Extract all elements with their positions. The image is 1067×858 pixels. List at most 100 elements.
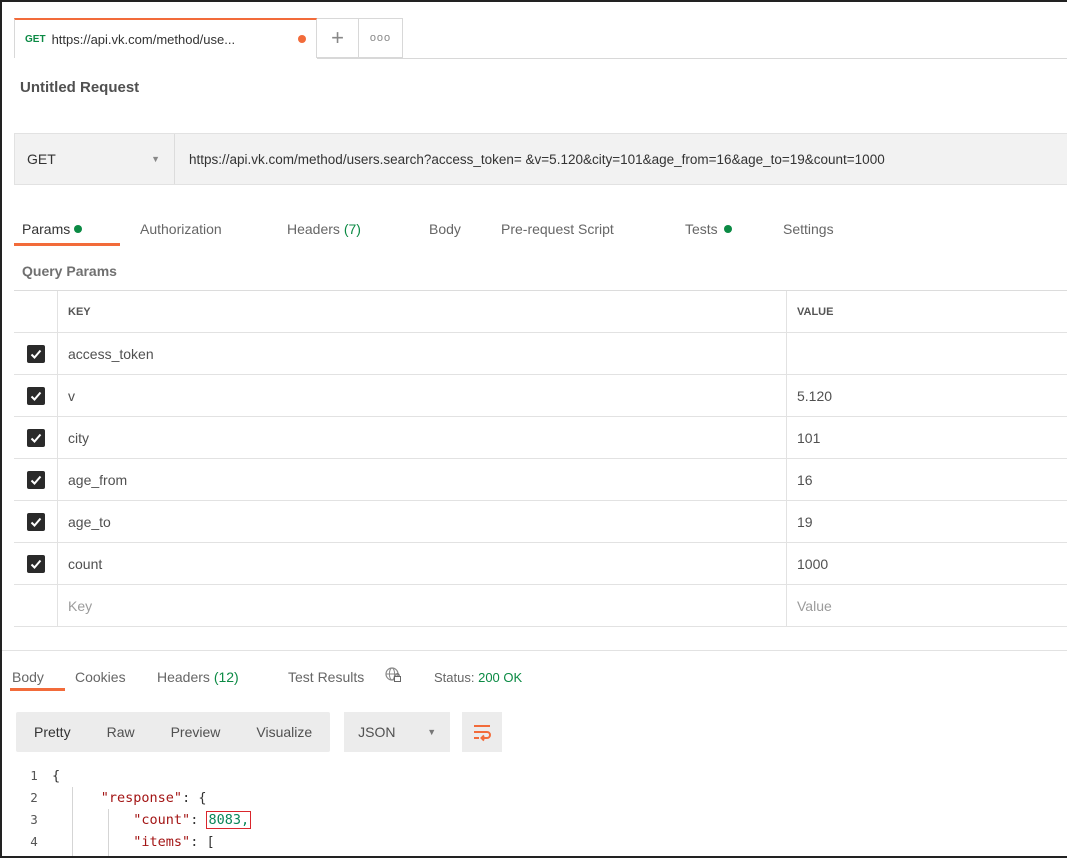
tab-strip: GET https://api.vk.com/method/use... + o… [14, 18, 403, 58]
line-number: 4 [30, 834, 38, 849]
response-tab-cookies[interactable]: Cookies [75, 669, 126, 685]
json-number: 8083, [208, 812, 250, 828]
param-value[interactable]: 19 [787, 514, 1067, 530]
pretty-button[interactable]: Pretty [16, 724, 89, 740]
status-code: 200 OK [478, 669, 523, 685]
checkmark-icon [30, 559, 41, 569]
request-title[interactable]: Untitled Request [20, 79, 139, 96]
unsaved-dot-icon [298, 35, 306, 43]
json-key: "response" [100, 790, 183, 806]
chevron-down-icon: ▼ [151, 154, 160, 164]
highlight-box: 8083, [206, 811, 252, 829]
param-checkbox-cell [14, 375, 58, 416]
param-row: age_to 19 [14, 501, 1067, 543]
param-checkbox-cell [14, 459, 58, 500]
format-select[interactable]: JSON ▼ [344, 712, 451, 752]
response-headers-count: (12) [213, 669, 239, 685]
request-tab[interactable]: GET https://api.vk.com/method/use... [14, 18, 317, 58]
preview-button[interactable]: Preview [153, 724, 239, 740]
globe-lock-icon[interactable] [385, 667, 401, 683]
checkmark-icon [30, 349, 41, 359]
indent-guide [72, 787, 73, 856]
param-value[interactable]: 1000 [787, 556, 1067, 572]
code-line: 2 "response": { [16, 787, 1067, 809]
response-tab-headers[interactable]: Headers (12) [157, 669, 239, 685]
param-value[interactable]: 101 [787, 430, 1067, 446]
new-value-input[interactable]: Value [787, 598, 1067, 614]
active-tab-indicator [14, 243, 120, 246]
param-checkbox-cell [14, 333, 58, 374]
response-body-code: 1 { 2 "response": { 3 "count": 8083, 4 "i… [16, 765, 1067, 853]
response-toolbar: Pretty Raw Preview Visualize JSON ▼ [16, 712, 503, 752]
code-text: "response": { [52, 787, 207, 809]
param-key[interactable]: city [58, 417, 787, 458]
param-checkbox[interactable] [26, 386, 45, 405]
empty-checkbox-cell [14, 585, 58, 626]
chevron-down-icon: ▼ [427, 727, 437, 737]
format-value: JSON [358, 724, 396, 740]
tab-method: GET [25, 33, 46, 45]
response-tabs: Body Cookies Headers (12) Test Results S… [2, 664, 1067, 691]
params-table: KEY VALUE access_token v 5.120 city 101 age_f… [14, 290, 1067, 627]
method-value: GET [27, 151, 56, 167]
indent-guide [108, 809, 109, 856]
param-row: access_token [14, 333, 1067, 375]
param-checkbox-cell [14, 543, 58, 584]
line-number: 1 [30, 768, 38, 783]
value-column-header: VALUE [797, 305, 834, 318]
response-tab-body[interactable]: Body [12, 669, 44, 685]
json-key: "count" [133, 812, 191, 828]
query-params-title: Query Params [22, 263, 117, 279]
param-checkbox[interactable] [26, 470, 45, 489]
tab-url: https://api.vk.com/method/use... [51, 31, 236, 47]
json-key: "items" [133, 834, 191, 850]
json-punctuation: : { [182, 790, 207, 806]
line-number: 3 [30, 812, 38, 827]
param-key[interactable]: age_from [58, 459, 787, 500]
param-checkbox[interactable] [26, 512, 45, 531]
param-key[interactable]: access_token [58, 333, 787, 374]
checkmark-icon [30, 391, 41, 401]
visualize-button[interactable]: Visualize [238, 724, 330, 740]
param-checkbox-cell [14, 417, 58, 458]
code-line: 4 "items": [ [16, 831, 1067, 853]
wrap-lines-icon [474, 725, 492, 742]
checkbox-column-header [14, 291, 58, 332]
param-key[interactable]: count [58, 543, 787, 584]
url-input[interactable]: https://api.vk.com/method/users.search?a… [175, 152, 1067, 167]
param-row: age_from 16 [14, 459, 1067, 501]
param-key[interactable]: age_to [58, 501, 787, 542]
raw-button[interactable]: Raw [89, 724, 153, 740]
checkmark-icon [30, 433, 41, 443]
param-row: count 1000 [14, 543, 1067, 585]
new-tab-button[interactable]: + [317, 18, 359, 58]
json-punctuation: : [ [190, 834, 215, 850]
response-tab-test-results[interactable]: Test Results [288, 669, 364, 685]
method-select[interactable]: GET ▼ [15, 134, 175, 184]
code-text: "items": [ [52, 831, 215, 853]
code-text: { [52, 768, 61, 784]
status-label: Status: 200 OK [434, 670, 522, 685]
tab-strip-divider [14, 58, 1067, 59]
param-key[interactable]: v [58, 375, 787, 416]
param-value[interactable]: 5.120 [787, 388, 1067, 404]
param-checkbox-cell [14, 501, 58, 542]
response-headers-label: Headers [157, 669, 210, 685]
param-checkbox[interactable] [26, 554, 45, 573]
app-window: GET https://api.vk.com/method/use... + o… [0, 0, 1067, 858]
response-divider [2, 650, 1067, 651]
active-response-tab-indicator [10, 688, 65, 691]
url-bar: GET ▼ https://api.vk.com/method/users.se… [14, 133, 1067, 185]
new-key-input[interactable]: Key [58, 585, 787, 626]
more-tabs-button[interactable]: ooo [359, 18, 403, 58]
param-row: v 5.120 [14, 375, 1067, 417]
status-label-text: Status: [434, 669, 475, 685]
code-text: "count": 8083, [52, 809, 252, 831]
view-mode-segmented-control: Pretty Raw Preview Visualize [16, 712, 331, 752]
param-checkbox[interactable] [26, 344, 45, 363]
wrap-lines-button[interactable] [462, 712, 503, 752]
line-number: 2 [30, 790, 38, 805]
code-line: 3 "count": 8083, [16, 809, 1067, 831]
param-value[interactable]: 16 [787, 472, 1067, 488]
param-checkbox[interactable] [26, 428, 45, 447]
